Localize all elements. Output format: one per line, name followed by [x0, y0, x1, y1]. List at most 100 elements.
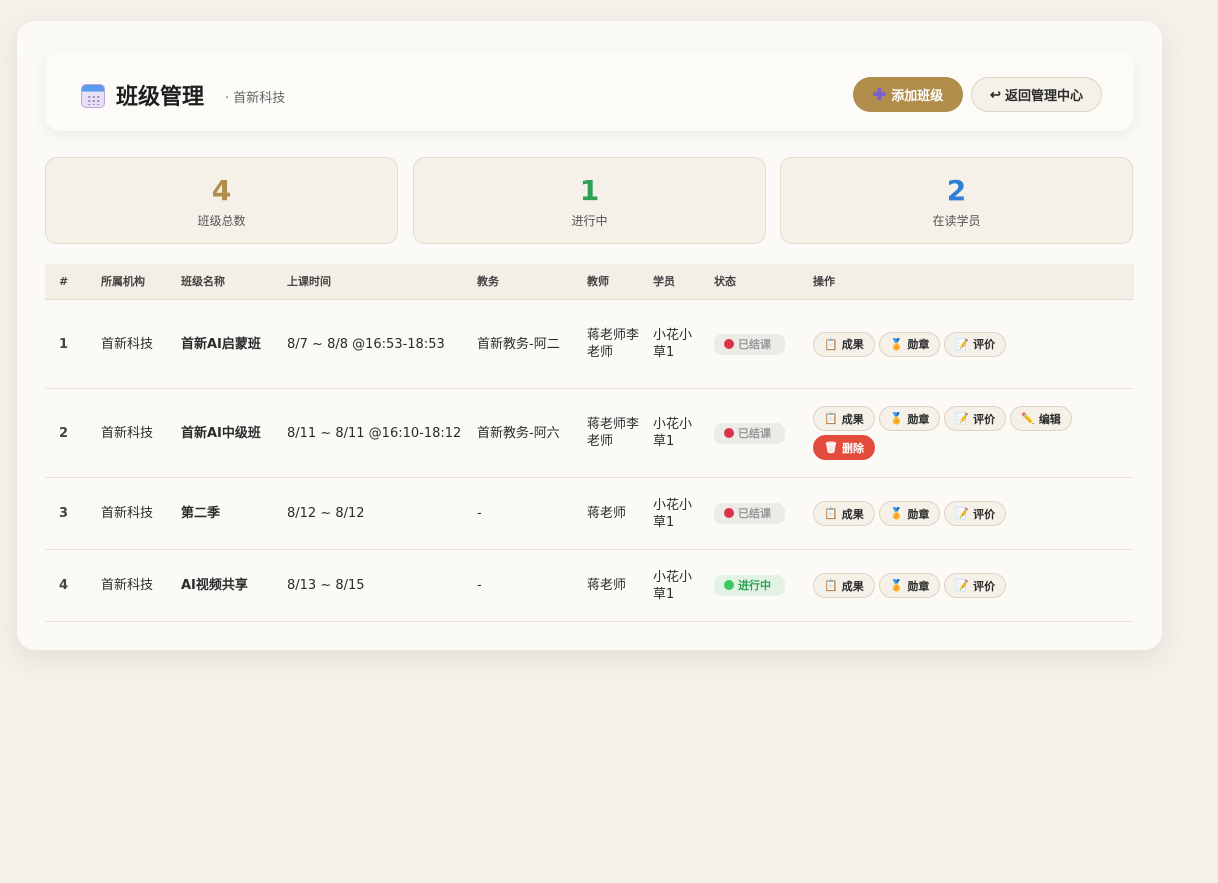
clipboard-icon: 📋 [824, 508, 838, 520]
action-label: 勋章 [907, 508, 930, 521]
action-button-1[interactable]: 🏅 勋章 [878, 501, 941, 526]
action-label: 勋章 [907, 413, 930, 426]
table-body: 1 首新科技 首新AI启蒙班 8/7 ~ 8/8 @16:53-18:53 首新教务-阿… [45, 300, 1134, 622]
action-button-2[interactable]: 📝 评价 [944, 573, 1007, 598]
col-header: 所属机构 [101, 275, 145, 288]
stat-value: 1 [579, 174, 600, 207]
col-header: 操作 [813, 275, 835, 288]
stat-total-classes: 4 班级总数 [45, 157, 398, 244]
action-label: 成果 [841, 508, 864, 521]
add-class-button[interactable]: ✚ 添加班级 [853, 77, 963, 112]
action-label: 成果 [841, 580, 864, 593]
action-button-0[interactable]: 📋 成果 [813, 501, 875, 526]
status-label: 已结课 [738, 426, 771, 440]
cell-actions: 📋 成果 🏅 勋章 📝 评价 [807, 573, 1134, 598]
status-badge: 已结课 [714, 503, 785, 524]
action-button-0[interactable]: 📋 成果 [813, 573, 875, 598]
memo-icon: 📝 [955, 338, 970, 351]
clipboard-icon: 📋 [824, 338, 838, 351]
status-label: 已结课 [738, 337, 771, 351]
row-number: 3 [59, 506, 69, 521]
medal-icon: 🏅 [889, 413, 904, 425]
status-badge: 已结课 [714, 333, 785, 355]
memo-icon: 📝 [955, 413, 970, 425]
medal-icon: 🏅 [889, 580, 904, 592]
cell-teacher: 蒋老师 [587, 506, 627, 521]
action-button-3[interactable]: ✏️ 编辑 [1010, 406, 1072, 431]
back-to-admin-button[interactable]: ↩ 返回管理中心 [971, 77, 1102, 112]
action-button-2[interactable]: 📝 评价 [944, 501, 1007, 526]
cell-status: 已结课 [708, 333, 807, 355]
main-card: 班级管理 · 首新科技 ✚ 添加班级 ↩ 返回管理中心 4 班级总数 1 进行中… [17, 21, 1162, 650]
col-header: 状态 [714, 275, 736, 288]
action-button-2[interactable]: 📝 评价 [944, 331, 1007, 357]
table-row: 4 首新科技 AI视频共享 8/13 ~ 8/15- 蒋老师 小花小草1 进行中 📋 成果 🏅 勋章… [45, 550, 1134, 622]
action-label: 评价 [973, 508, 996, 521]
plus-icon: ✚ [872, 86, 887, 104]
cell-students: 小花小草1 [653, 328, 693, 360]
stat-label: 进行中 [571, 214, 608, 228]
page-header: 班级管理 · 首新科技 ✚ 添加班级 ↩ 返回管理中心 [45, 51, 1134, 131]
status-label: 进行中 [738, 579, 771, 592]
action-button-2[interactable]: 📝 评价 [944, 406, 1007, 431]
action-label: 成果 [841, 339, 864, 351]
stat-in-progress: 1 进行中 [413, 157, 766, 244]
memo-icon: 📝 [955, 580, 970, 592]
cell-actions: 📋 成果 🏅 勋章 📝 评价 ✏️ 编辑 🗑 删除 [807, 406, 1134, 460]
cell-class-name: 首新AI中级班 [181, 425, 261, 441]
col-header: 班级名称 [181, 275, 225, 288]
action-label: 删除 [841, 442, 864, 455]
return-arrow-icon: ↩ [990, 86, 1001, 102]
cell-admin: - [477, 578, 482, 593]
stat-label: 班级总数 [197, 214, 246, 228]
row-number: 2 [59, 425, 69, 441]
cell-schedule: 8/7 ~ 8/8 @16:53-18:53 [287, 336, 445, 352]
cell-org: 首新科技 [101, 425, 154, 441]
clipboard-icon: 📋 [824, 580, 838, 592]
action-label: 评价 [973, 413, 996, 426]
action-button-0[interactable]: 📋 成果 [813, 331, 875, 357]
action-label: 评价 [973, 580, 996, 593]
action-button-0[interactable]: 📋 成果 [813, 406, 875, 431]
table-row: 1 首新科技 首新AI启蒙班 8/7 ~ 8/8 @16:53-18:53 首新教务-阿… [45, 300, 1134, 389]
stat-value: 4 [211, 174, 232, 207]
status-dot-icon [724, 508, 734, 518]
cell-status: 进行中 [708, 575, 807, 596]
col-header: 上课时间 [287, 275, 331, 288]
table-row: 2 首新科技 首新AI中级班 8/11 ~ 8/11 @16:10-18:12 首新教务… [45, 389, 1134, 478]
stat-label: 在读学员 [932, 214, 981, 228]
col-header: # [59, 275, 69, 288]
action-button-1[interactable]: 🏅 勋章 [878, 573, 941, 598]
action-button-1[interactable]: 🏅 勋章 [878, 331, 941, 357]
cell-teacher: 蒋老师李老师 [587, 417, 640, 449]
trash-icon: 🗑 [824, 442, 838, 454]
page-title: 班级管理 [116, 84, 205, 110]
table-row: 3 首新科技 第二季 8/12 ~ 8/12- 蒋老师 小花小草1 已结课 📋 成果 🏅 勋章 📝 评价 [45, 478, 1134, 550]
class-table: # 所属机构 班级名称 上课时间 教务 教师 学员 状态 操作 1 首新科技 首新A… [45, 264, 1134, 622]
medal-icon: 🏅 [889, 508, 904, 520]
org-subtitle: · 首新科技 [225, 91, 286, 106]
action-button-1[interactable]: 🏅 勋章 [878, 406, 941, 431]
action-label: 评价 [973, 339, 996, 351]
cell-schedule: 8/11 ~ 8/11 @16:10-18:12 [287, 425, 462, 441]
cell-schedule: 8/12 ~ 8/12 [287, 506, 365, 521]
row-number: 4 [59, 578, 69, 593]
status-dot-icon [724, 580, 734, 590]
cell-admin: 首新教务-阿二 [477, 336, 560, 352]
calendar-icon [81, 84, 105, 108]
stat-enrolled-students: 2 在读学员 [780, 157, 1133, 244]
status-label: 已结课 [738, 507, 771, 520]
table-header: # 所属机构 班级名称 上课时间 教务 教师 学员 状态 操作 [45, 264, 1134, 300]
status-dot-icon [724, 427, 734, 438]
cell-org: 首新科技 [101, 336, 154, 352]
cell-org: 首新科技 [101, 506, 154, 521]
action-button-4[interactable]: 🗑 删除 [813, 435, 875, 460]
cell-admin: 首新教务-阿六 [477, 425, 560, 441]
cell-schedule: 8/13 ~ 8/15 [287, 578, 365, 593]
col-header: 学员 [653, 275, 675, 288]
cell-students: 小花小草1 [653, 497, 693, 530]
row-number: 1 [59, 336, 69, 352]
col-header: 教务 [477, 275, 499, 288]
cell-class-name: 第二季 [181, 506, 221, 521]
medal-icon: 🏅 [889, 338, 904, 351]
